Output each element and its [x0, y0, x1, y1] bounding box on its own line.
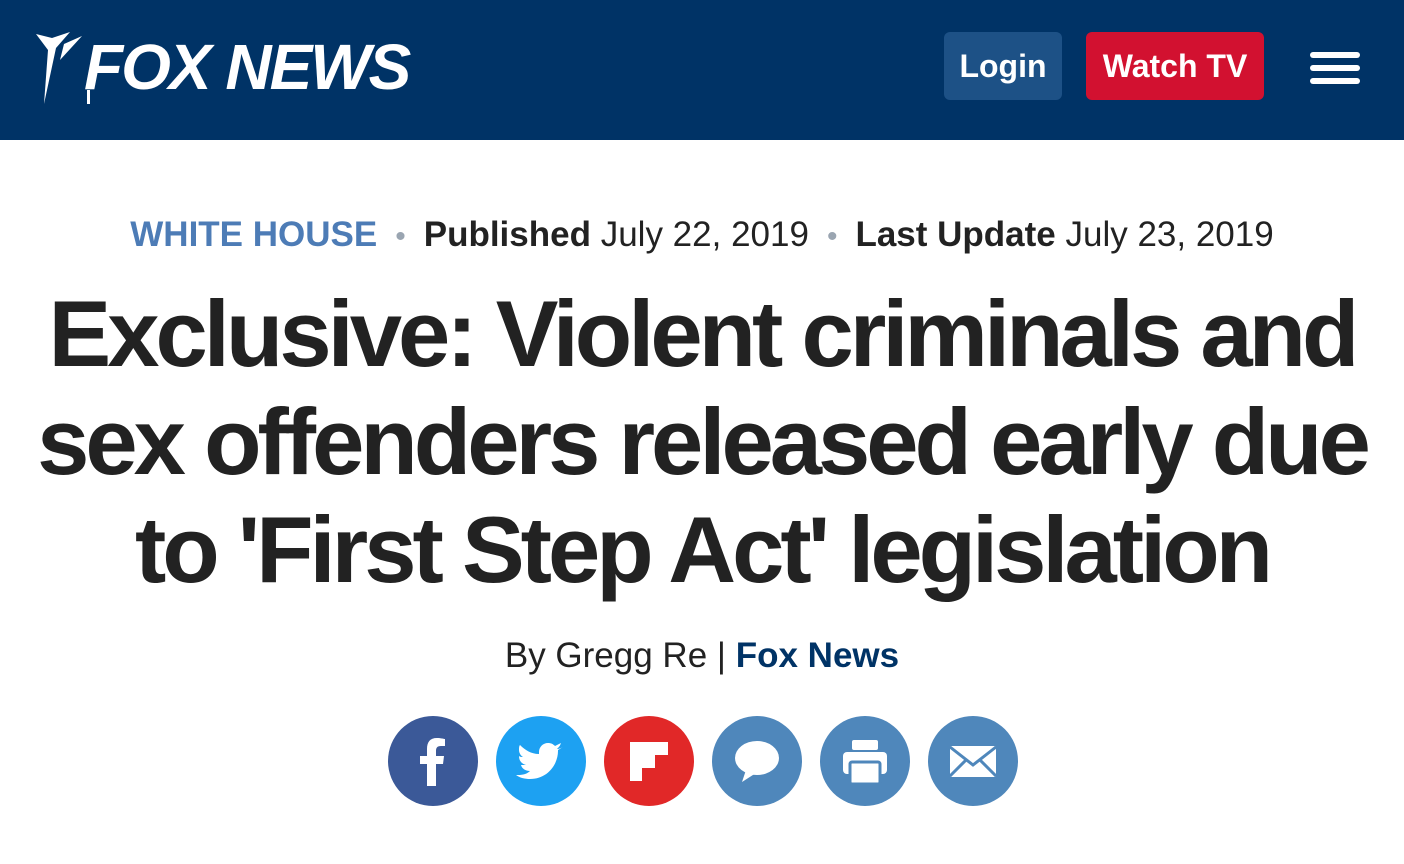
byline-divider: | [716, 636, 726, 675]
published-label: Published [423, 215, 591, 254]
meta-separator: • [826, 219, 838, 253]
menu-icon-bar [1310, 52, 1360, 58]
login-button[interactable]: Login [944, 32, 1062, 100]
watch-tv-button[interactable]: Watch TV [1086, 32, 1264, 100]
email-icon [928, 716, 1018, 806]
email-share-button[interactable] [928, 716, 1018, 806]
print-button[interactable] [820, 716, 910, 806]
fox-logo-mark-icon [36, 32, 90, 104]
menu-icon-bar [1310, 78, 1360, 84]
comment-icon [712, 716, 802, 806]
twitter-share-button[interactable] [496, 716, 586, 806]
article-meta: WHITE HOUSE • Published July 22, 2019 • Last… [0, 210, 1404, 262]
menu-icon-bar [1310, 65, 1360, 71]
flipboard-share-button[interactable] [604, 716, 694, 806]
published-date: July 22, 2019 [600, 215, 809, 254]
article-headline: Exclusive: Violent criminals and sex off… [37, 281, 1371, 602]
facebook-share-button[interactable] [388, 716, 478, 806]
meta-separator: • [395, 219, 406, 253]
flipboard-icon [604, 716, 694, 806]
menu-icon[interactable] [1310, 50, 1362, 86]
print-icon [820, 716, 910, 806]
facebook-icon [388, 716, 478, 806]
share-bar [388, 716, 1028, 806]
twitter-icon [496, 716, 586, 806]
byline: By Gregg Re | Fox News [0, 632, 1404, 680]
site-header: FOX NEWS Login Watch TV [0, 0, 1404, 140]
updated-label: Last Update [855, 215, 1056, 254]
fox-news-logo[interactable]: FOX NEWS [30, 30, 420, 106]
source-link[interactable]: Fox News [736, 636, 899, 675]
updated-date: July 23, 2019 [1065, 215, 1274, 254]
logo-wordmark: FOX NEWS [84, 31, 411, 103]
comments-button[interactable] [712, 716, 802, 806]
category-link[interactable]: WHITE HOUSE [130, 215, 377, 254]
author-name[interactable]: By Gregg Re [505, 636, 707, 675]
